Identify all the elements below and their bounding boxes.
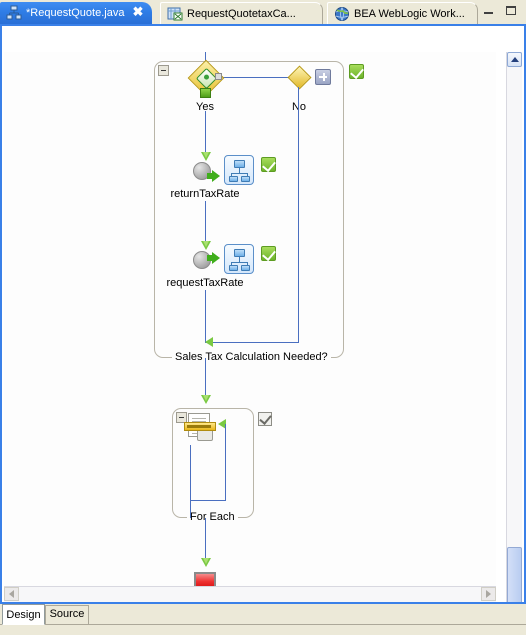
flow-arrow-icon: [201, 152, 211, 161]
flow-line-loop: [190, 500, 191, 518]
vertical-scrollbar-thumb[interactable]: [507, 547, 522, 610]
flow-arrow-left-icon: [205, 337, 213, 347]
flow-line-loop: [225, 424, 226, 500]
editor-tab-bar: *RequestQuote.java ✖ RequestQuotetaxCa..…: [0, 0, 526, 24]
green-check-icon: [349, 64, 364, 80]
green-check-icon: [261, 157, 276, 173]
chevron-left-icon[interactable]: [4, 587, 19, 601]
minimize-icon[interactable]: [480, 3, 498, 19]
close-icon[interactable]: ✖: [132, 5, 144, 18]
flow-line: [205, 201, 206, 245]
green-arrow-head-icon: [212, 170, 220, 182]
workshop-editor-window: *RequestQuote.java ✖ RequestQuotetaxCa..…: [0, 0, 526, 635]
editor-mode-tab-bar: Design Source: [0, 602, 526, 635]
green-check-icon: [261, 246, 276, 262]
tab-label: *RequestQuote.java: [26, 7, 125, 19]
node-label-return-tax-rate: returnTaxRate: [170, 188, 240, 200]
flow-arrow-icon: [201, 241, 211, 250]
vertical-scrollbar[interactable]: [506, 52, 522, 626]
node-label-no: No: [291, 101, 307, 113]
tab-label: BEA WebLogic Work...: [354, 7, 465, 20]
node-label-request-tax-rate: requestTaxRate: [166, 277, 244, 289]
selection-handle[interactable]: [215, 73, 222, 80]
chevron-right-icon[interactable]: [481, 587, 496, 601]
flow-line: [205, 518, 206, 562]
flow-line: [205, 358, 206, 398]
java-process-icon: [6, 5, 22, 21]
tab-bea-weblogic-workshop[interactable]: BEA WebLogic Work...: [327, 2, 478, 24]
grey-check-icon: [258, 412, 272, 426]
flow-line-loop: [190, 500, 226, 501]
maximize-icon[interactable]: [502, 3, 520, 19]
plus-button-icon[interactable]: [315, 69, 331, 85]
green-arrow-head-icon: [212, 252, 220, 264]
control-file-icon: [167, 6, 183, 22]
chevron-up-icon[interactable]: [507, 52, 522, 67]
globe-icon: [334, 6, 350, 22]
flow-arrow-icon: [201, 395, 211, 404]
tab-request-quote-tax-ca[interactable]: RequestQuotetaxCa...: [160, 2, 323, 24]
tab-design[interactable]: Design: [2, 604, 45, 625]
tab-label: RequestQuotetaxCa...: [187, 7, 296, 20]
vertical-scrollbar-track[interactable]: [507, 67, 522, 611]
flow-arrow-icon: [201, 558, 211, 567]
control-node-icon[interactable]: [224, 244, 254, 274]
flow-line-loop: [190, 445, 191, 501]
group-label-sales-tax: Sales Tax Calculation Needed?: [172, 351, 331, 363]
bottom-filler: [0, 624, 526, 634]
collapse-minus-icon[interactable]: [158, 65, 169, 76]
horizontal-scrollbar[interactable]: [4, 586, 496, 602]
flow-line-merge: [205, 342, 299, 343]
window-controls: [480, 3, 522, 21]
green-branch-tab-icon: [200, 88, 211, 98]
flow-line-no-branch: [298, 87, 299, 342]
tab-source[interactable]: Source: [45, 605, 89, 624]
design-editor-panel: Sales Tax Calculation Needed? Yes No ret…: [0, 24, 526, 626]
flow-line: [205, 111, 206, 155]
control-node-icon[interactable]: [224, 155, 254, 185]
group-label-for-each: For Each: [187, 511, 238, 523]
panel-border: [0, 602, 526, 604]
tab-request-quote-java[interactable]: *RequestQuote.java ✖: [0, 2, 152, 24]
decision-diamond-icon[interactable]: [287, 65, 312, 90]
process-diagram-canvas[interactable]: Sales Tax Calculation Needed? Yes No ret…: [4, 52, 496, 626]
flow-line: [205, 290, 206, 342]
